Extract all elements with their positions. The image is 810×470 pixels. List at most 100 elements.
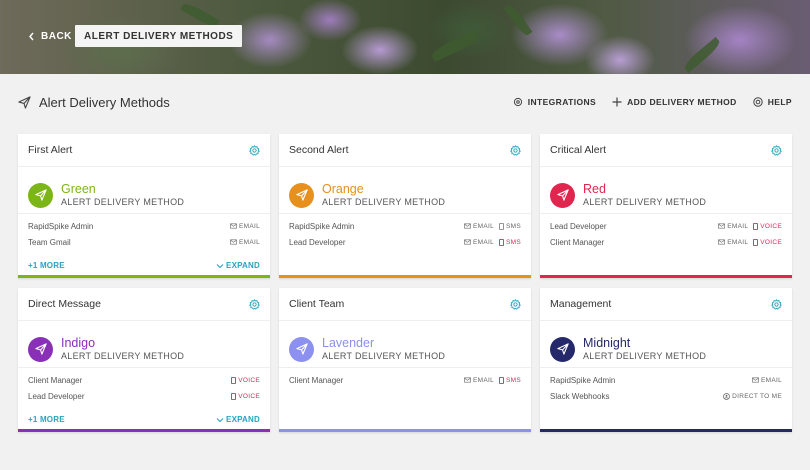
back-label: BACK: [41, 30, 72, 42]
settings-gear-icon[interactable]: [249, 298, 260, 310]
recipient-row: RapidSpike Admin EMAIL SMS: [289, 218, 521, 234]
card-color-bar: [279, 429, 531, 432]
plus-icon: [612, 97, 622, 107]
user-circle-icon: [723, 392, 731, 400]
channel-label: VOICE: [238, 376, 260, 384]
settings-gear-icon[interactable]: [249, 144, 260, 156]
card-header: Client Team: [279, 288, 531, 321]
channel-label: EMAIL: [472, 238, 494, 246]
recipient-row: Lead Developer EMAIL VOICE: [550, 218, 782, 234]
channel-tags: EMAIL SMS: [464, 376, 521, 384]
method-text: Midnight ALERT DELIVERY METHOD: [583, 336, 706, 362]
card-header: Critical Alert: [540, 134, 792, 167]
more-recipients-link[interactable]: +1 MORE: [28, 261, 65, 270]
card-color-bar: [18, 275, 270, 278]
recipient-name: Lead Developer: [28, 391, 85, 401]
add-delivery-method-label: ADD DELIVERY METHOD: [627, 97, 737, 107]
channel-label: EMAIL: [238, 222, 260, 230]
recipient-row: Lead Developer EMAIL SMS: [289, 234, 521, 250]
settings-gear-icon[interactable]: [510, 298, 521, 310]
method-text: Indigo ALERT DELIVERY METHOD: [61, 336, 184, 362]
settings-gear-icon[interactable]: [510, 144, 521, 156]
channel-tag: SMS: [499, 238, 521, 246]
settings-gear-icon[interactable]: [771, 298, 782, 310]
recipient-row: Client Manager EMAIL SMS: [289, 372, 521, 388]
send-icon: [295, 343, 308, 355]
help-label: HELP: [767, 97, 792, 107]
phone-icon: [753, 222, 759, 230]
channel-tag: EMAIL: [464, 377, 494, 384]
method-summary: Midnight ALERT DELIVERY METHOD: [540, 321, 792, 368]
delivery-method-card: Direct Message Indigo ALERT DELIVERY METHO…: [18, 288, 270, 432]
delivery-method-card: Critical Alert Red ALERT DELIVERY METHOD Le…: [540, 134, 792, 278]
phone-icon: [753, 238, 759, 246]
help-icon: [753, 97, 763, 107]
channel-tag: VOICE: [231, 392, 260, 400]
recipient-name: Lead Developer: [289, 237, 346, 247]
channel-tag: SMS: [499, 376, 521, 384]
expand-button[interactable]: EXPAND: [216, 415, 260, 424]
channel-label: VOICE: [238, 392, 260, 400]
channel-tags: EMAIL VOICE: [718, 222, 782, 230]
email-icon: [464, 239, 471, 245]
recipient-row: Lead Developer VOICE: [28, 388, 260, 404]
add-delivery-method-button[interactable]: ADD DELIVERY METHOD: [612, 97, 737, 107]
expand-label: EXPAND: [226, 415, 260, 424]
integrations-button[interactable]: INTEGRATIONS: [513, 97, 596, 107]
leaf-decoration: [429, 29, 481, 63]
method-summary: Orange ALERT DELIVERY METHOD: [279, 167, 531, 214]
channel-tags: EMAIL: [230, 239, 260, 246]
card-title: Client Team: [289, 298, 345, 310]
recipient-name: Client Manager: [28, 375, 83, 385]
page-actions: INTEGRATIONS ADD DELIVERY METHOD HELP: [513, 97, 792, 107]
channel-label: EMAIL: [727, 222, 749, 230]
channel-label: DIRECT TO ME: [732, 392, 782, 400]
leaf-decoration: [681, 37, 723, 73]
method-text: Red ALERT DELIVERY METHOD: [583, 182, 706, 208]
channel-tags: VOICE: [231, 376, 260, 384]
page-header: Alert Delivery Methods INTEGRATIONS ADD …: [0, 74, 810, 130]
chevron-down-icon: [216, 263, 224, 269]
card-color-bar: [279, 275, 531, 278]
settings-gear-icon[interactable]: [771, 144, 782, 156]
channel-tags: EMAIL SMS: [464, 223, 521, 230]
recipient-name: RapidSpike Admin: [550, 375, 616, 385]
method-name: Red: [583, 182, 606, 196]
help-button[interactable]: HELP: [753, 97, 792, 107]
channel-tags: EMAIL VOICE: [718, 238, 782, 246]
send-icon: [34, 343, 47, 355]
method-subtitle: ALERT DELIVERY METHOD: [583, 351, 707, 361]
channel-tag: EMAIL: [464, 223, 494, 230]
chevron-left-icon: [29, 32, 34, 40]
back-button[interactable]: BACK: [20, 25, 80, 47]
expand-button[interactable]: EXPAND: [216, 261, 260, 270]
recipient-name: Client Manager: [550, 237, 605, 247]
email-icon: [752, 377, 759, 383]
method-summary: Lavender ALERT DELIVERY METHOD: [279, 321, 531, 368]
page-title: Alert Delivery Methods: [18, 95, 170, 110]
channel-label: EMAIL: [760, 376, 782, 384]
method-name: Green: [61, 182, 96, 196]
method-text: Green ALERT DELIVERY METHOD: [61, 182, 184, 208]
recipient-name: Client Manager: [289, 375, 344, 385]
card-footer: +1 MORE EXPAND: [28, 415, 260, 424]
method-subtitle: ALERT DELIVERY METHOD: [61, 197, 185, 207]
gear-icon: [513, 97, 522, 107]
email-icon: [464, 377, 471, 383]
method-summary: Red ALERT DELIVERY METHOD: [540, 167, 792, 214]
method-subtitle: ALERT DELIVERY METHOD: [322, 197, 446, 207]
channel-tags: DIRECT TO ME: [723, 393, 782, 400]
method-summary: Indigo ALERT DELIVERY METHOD: [18, 321, 270, 368]
method-name: Lavender: [322, 336, 375, 350]
method-badge: [28, 182, 53, 208]
more-recipients-link[interactable]: +1 MORE: [28, 415, 65, 424]
recipient-name: Team Gmail: [28, 237, 71, 247]
channel-tag: EMAIL: [464, 239, 494, 246]
recipient-list: RapidSpike Admin EMAIL Slack Webhooks DIREC…: [540, 368, 792, 404]
chevron-down-icon: [216, 417, 224, 423]
recipient-row: Slack Webhooks DIRECT TO ME: [550, 388, 782, 404]
channel-tag: EMAIL: [752, 377, 782, 384]
phone-icon: [231, 376, 237, 384]
recipient-list: Lead Developer EMAIL VOICE Client Manager EM…: [540, 214, 792, 250]
channel-tags: EMAIL: [230, 223, 260, 230]
